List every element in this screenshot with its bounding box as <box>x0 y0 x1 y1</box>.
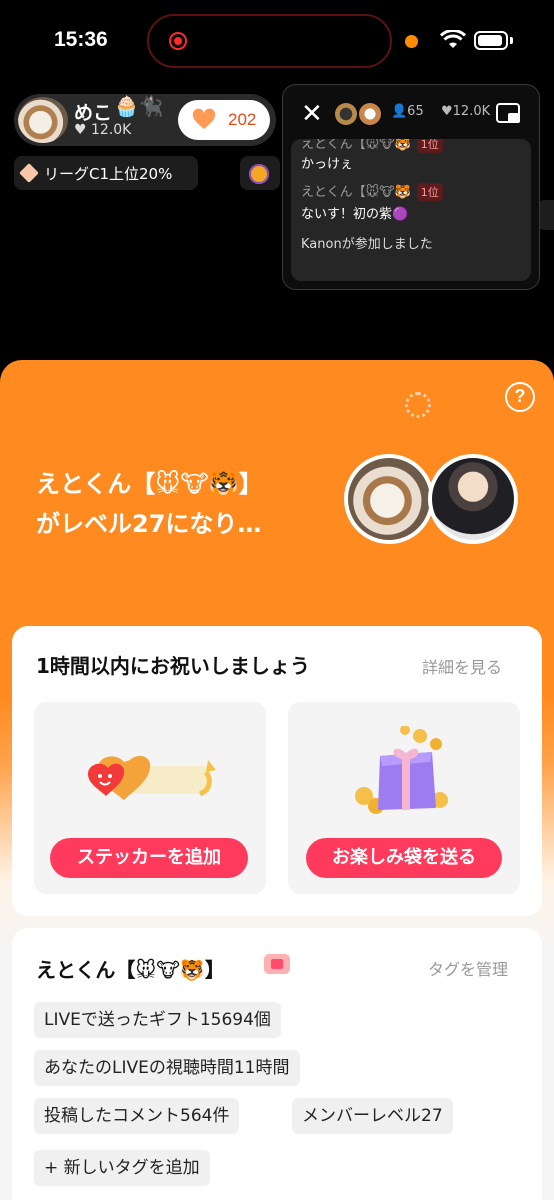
chat-username: えとくん【🐭🐮🐯 <box>301 185 411 200</box>
level-up-title-line2: がレベル27になり… <box>36 510 262 538</box>
host-name: めこ <box>74 102 113 124</box>
details-link[interactable]: 詳細を見る <box>422 654 502 678</box>
battery-icon <box>474 31 508 50</box>
side-drawer-tab[interactable] <box>538 200 554 230</box>
wifi-icon <box>440 30 466 48</box>
recording-icon <box>169 32 187 50</box>
loading-icon <box>405 392 431 418</box>
battery-tip <box>510 37 513 44</box>
planet-icon <box>249 164 269 184</box>
status-time: 15:36 <box>54 28 108 51</box>
level-up-title: えとくん【🐭🐮🐯】 がレベル27になり… <box>36 464 336 544</box>
member-badge-icon <box>264 954 290 974</box>
add-tag-button[interactable]: + 新しいタグを追加 <box>34 1150 210 1186</box>
league-badge[interactable]: リーグC1上位20% <box>14 156 198 190</box>
mic-indicator-icon <box>405 35 418 48</box>
celebrate-title: 1時間以内にお祝いしましょう <box>36 654 310 678</box>
chat-message: えとくん【🐭🐮🐯 1位 <box>301 181 443 201</box>
planet-badge[interactable] <box>240 156 280 190</box>
dynamic-island <box>147 14 392 68</box>
live-chat-overlay: ✕ 👤65 ♥12.0K えとくん【🐭🐮🐯 1位 かっけぇ えとくん【🐭🐮🐯 1位 … <box>282 84 540 290</box>
follow-button[interactable]: 202 <box>178 100 270 140</box>
profile-name: えとくん【🐭🐮🐯】 <box>36 958 225 982</box>
chat-text: かっけぇ <box>301 157 354 172</box>
follow-count: 202 <box>228 110 257 129</box>
heart-icon <box>192 108 216 129</box>
send-lucky-bag-button[interactable]: お楽しみ袋を送る <box>306 838 502 878</box>
tag-chip[interactable]: LIVEで送ったギフト15694個 <box>34 1002 281 1038</box>
chat-username: えとくん【🐭🐮🐯 <box>301 139 411 152</box>
chat-message: えとくん【🐭🐮🐯 1位 <box>301 139 443 153</box>
chat-avatar <box>335 103 357 125</box>
host-avatar-large <box>344 454 434 544</box>
tag-chip[interactable]: 投稿したコメント564件 <box>34 1098 240 1134</box>
league-label: リーグC1上位20% <box>44 165 173 183</box>
host-likes: ♥ 12.0K <box>74 122 132 138</box>
tag-chip[interactable]: あなたのLIVEの視聴時間11時間 <box>34 1050 300 1086</box>
close-icon[interactable]: ✕ <box>301 101 323 127</box>
chat-text: ないす！初の紫🟣 <box>301 207 409 222</box>
level-up-title-line1: えとくん【🐭🐮🐯】 <box>36 470 263 498</box>
help-icon[interactable]: ? <box>505 382 535 412</box>
rank-badge: 1位 <box>416 139 443 153</box>
host-name-deco: 🧁🐈‍⬛ <box>114 94 164 118</box>
host-avatar[interactable] <box>18 97 68 143</box>
viewer-count: 👤65 <box>391 104 424 119</box>
manage-tags-link[interactable]: タグを管理 <box>428 956 508 980</box>
rank-badge: 1位 <box>416 183 443 201</box>
chat-messages[interactable]: えとくん【🐭🐮🐯 1位 かっけぇ えとくん【🐭🐮🐯 1位 ないす！初の紫🟣 Kano… <box>291 139 531 281</box>
heart-sticker-icon <box>88 755 216 800</box>
like-count: ♥12.0K <box>441 104 491 119</box>
join-notice: Kanonが参加しました <box>301 237 433 252</box>
tag-chip[interactable]: メンバーレベル27 <box>292 1098 453 1134</box>
gift-bag-icon <box>355 726 448 814</box>
chat-avatar <box>359 103 381 125</box>
viewer-avatar-large <box>428 454 518 544</box>
add-sticker-button[interactable]: ステッカーを追加 <box>50 838 248 878</box>
gem-icon <box>19 163 39 183</box>
pip-icon[interactable] <box>496 103 520 123</box>
